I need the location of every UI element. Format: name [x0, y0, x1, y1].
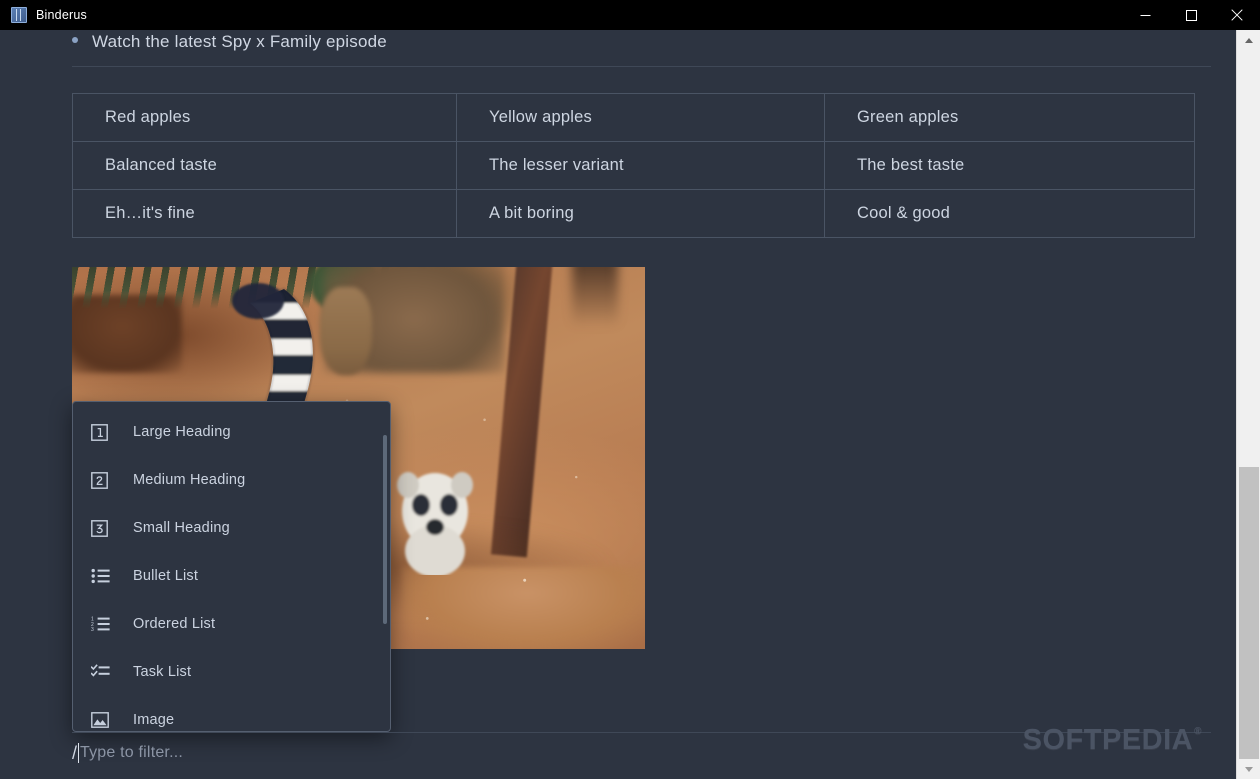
vertical-scrollbar-thumb[interactable] [1239, 467, 1259, 759]
heading-2-icon [91, 471, 133, 489]
close-button[interactable] [1214, 0, 1260, 30]
table-cell[interactable]: Eh…it's fine [72, 189, 457, 238]
table-cell[interactable]: The best taste [824, 141, 1195, 190]
image-lemur-head [392, 465, 478, 577]
svg-text:3: 3 [91, 627, 94, 632]
table-cell[interactable]: Balanced taste [72, 141, 457, 190]
scroll-down-arrow-icon[interactable] [1237, 759, 1260, 779]
table-header-cell[interactable]: Green apples [824, 93, 1195, 142]
image-icon [91, 712, 133, 728]
heading-1-icon [91, 423, 133, 441]
book-icon [11, 7, 27, 23]
maximize-button[interactable] [1168, 0, 1214, 30]
slash-trigger-text: / [72, 743, 78, 763]
table-header-cell[interactable]: Yellow apples [456, 93, 825, 142]
vertical-scrollbar[interactable] [1236, 30, 1260, 779]
menu-item-small-heading[interactable]: Small Heading [73, 504, 390, 552]
softpedia-watermark: SOFTPEDIA ® [1023, 724, 1202, 757]
menu-item-label: Medium Heading [133, 472, 246, 488]
menu-item-label: Small Heading [133, 520, 230, 536]
bullet-dot-icon [72, 37, 78, 43]
slash-command-list: Large Heading Medium Heading Small Headi… [73, 402, 390, 731]
menu-scrollbar-thumb[interactable] [383, 435, 387, 624]
watermark-registered-mark: ® [1194, 726, 1202, 737]
menu-item-label: Large Heading [133, 424, 231, 440]
bullet-list-item[interactable]: Watch the latest Spy x Family episode [72, 32, 387, 52]
ordered-list-icon: 1 2 3 [91, 616, 133, 632]
menu-item-label: Image [133, 712, 175, 728]
menu-item-large-heading[interactable]: Large Heading [73, 408, 390, 456]
table-row[interactable]: Eh…it's fine A bit boring Cool & good [72, 189, 1195, 238]
apples-table[interactable]: Red apples Yellow apples Green apples Ba… [72, 93, 1195, 238]
menu-item-medium-heading[interactable]: Medium Heading [73, 456, 390, 504]
watermark-text: SOFTPEDIA [1022, 724, 1194, 756]
bullet-list-item-text: Watch the latest Spy x Family episode [92, 32, 387, 51]
text-caret [78, 743, 80, 763]
menu-scrollbar[interactable] [383, 407, 387, 728]
slash-command-menu[interactable]: Large Heading Medium Heading Small Headi… [72, 401, 391, 732]
heading-3-icon [91, 519, 133, 537]
table-cell[interactable]: The lesser variant [456, 141, 825, 190]
task-list-icon [91, 664, 133, 680]
filter-input-placeholder[interactable]: Type to filter... [80, 744, 183, 762]
window-title: Binderus [36, 8, 87, 22]
minimize-button[interactable] [1122, 0, 1168, 30]
table-cell[interactable]: Cool & good [824, 189, 1195, 238]
bullet-list-icon [91, 568, 133, 584]
menu-item-image[interactable]: Image [73, 696, 390, 731]
menu-item-label: Bullet List [133, 568, 199, 584]
table-row[interactable]: Balanced taste The lesser variant The be… [72, 141, 1195, 190]
horizontal-rule [72, 66, 1211, 67]
menu-item-task-list[interactable]: Task List [73, 648, 390, 696]
title-bar: Binderus [0, 0, 1260, 30]
table-header-cell[interactable]: Red apples [72, 93, 457, 142]
table-row[interactable]: Red apples Yellow apples Green apples [72, 93, 1195, 142]
menu-item-ordered-list[interactable]: 1 2 3 Ordered List [73, 600, 390, 648]
window-controls [1122, 0, 1260, 30]
application-window: Binderus Watch the latest Spy x Family e… [0, 0, 1260, 779]
scroll-up-arrow-icon[interactable] [1237, 30, 1260, 50]
menu-item-label: Task List [133, 664, 192, 680]
menu-item-label: Ordered List [133, 616, 216, 632]
filter-input-row[interactable]: / Type to filter... [72, 738, 183, 768]
title-bar-left: Binderus [0, 7, 1122, 23]
table-cell[interactable]: A bit boring [456, 189, 825, 238]
document-area[interactable]: Watch the latest Spy x Family episode Re… [0, 30, 1236, 779]
menu-item-bullet-list[interactable]: Bullet List [73, 552, 390, 600]
